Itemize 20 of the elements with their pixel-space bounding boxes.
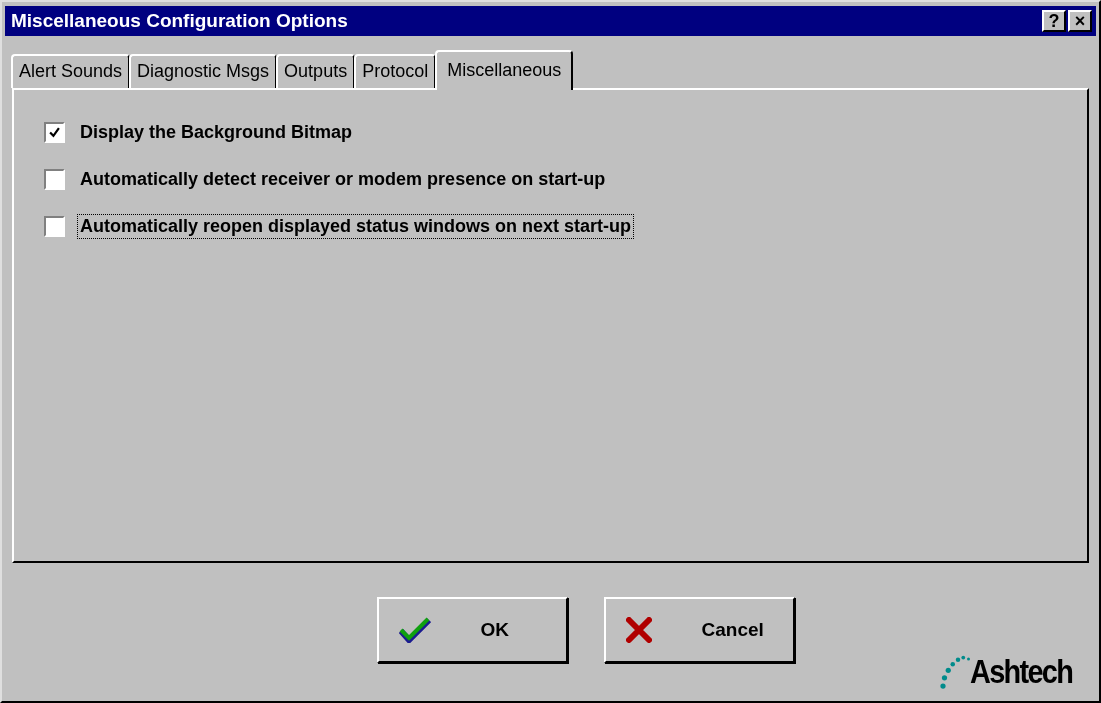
- checkbox[interactable]: [44, 122, 65, 143]
- checkbox[interactable]: [44, 169, 65, 190]
- checkbox-label[interactable]: Display the Background Bitmap: [77, 120, 356, 145]
- tab[interactable]: Alert Sounds: [11, 54, 131, 88]
- check-icon: [49, 127, 60, 138]
- tab[interactable]: Miscellaneous: [435, 50, 574, 90]
- tab[interactable]: Outputs: [276, 54, 356, 88]
- checkmark-icon: [398, 617, 431, 643]
- cross-icon: [625, 617, 652, 643]
- cancel-button[interactable]: Cancel: [603, 597, 795, 663]
- window-title: Miscellaneous Configuration Options: [11, 10, 348, 32]
- logo-text: Ashtech: [969, 652, 1072, 691]
- checkbox-label[interactable]: Automatically reopen displayed status windows on next start-up: [77, 214, 635, 239]
- help-button[interactable]: ?: [1042, 10, 1066, 32]
- tab[interactable]: Protocol: [354, 54, 437, 88]
- checkbox[interactable]: [44, 216, 65, 237]
- tab[interactable]: Diagnostic Msgs: [129, 54, 278, 88]
- ok-button[interactable]: OK: [376, 597, 568, 663]
- close-button[interactable]: ×: [1068, 10, 1092, 32]
- checkbox-label[interactable]: Automatically detect receiver or modem presence on start-up: [77, 167, 609, 192]
